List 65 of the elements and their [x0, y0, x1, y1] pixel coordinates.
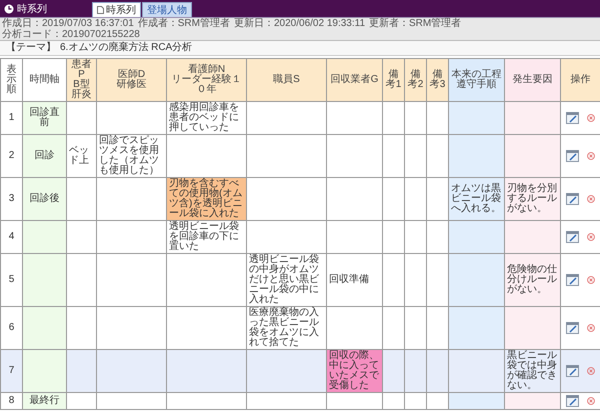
column-header: 時間軸	[22, 58, 66, 102]
column-header: 操作	[560, 58, 600, 102]
delete-icon[interactable]	[587, 276, 595, 284]
table-cell: 感染用回診車を患者のベッドに押していった	[166, 102, 246, 134]
table-cell: 回収準備	[326, 254, 382, 306]
tab[interactable]: 登場人物	[142, 2, 192, 17]
delete-icon[interactable]	[587, 233, 595, 241]
theme-label: 【テーマ】	[6, 42, 56, 54]
column-header: 職員S	[246, 58, 326, 102]
time-label: 回診後	[28, 194, 60, 204]
column-header: 医師D 研修医	[96, 58, 166, 102]
table-cell: 黒ビニール袋では中身が確認できない。	[504, 350, 560, 392]
document-icon	[97, 6, 104, 14]
window-title: 時系列	[17, 2, 47, 16]
row-number: 7	[8, 366, 16, 376]
table-cell: 回診でスピッツメスを使用した（オムツも使用した）	[96, 134, 166, 178]
tab[interactable]: 時系列	[92, 2, 141, 17]
column-header: 看護師N リーダー経験１０年	[166, 58, 246, 102]
delete-icon[interactable]	[587, 367, 595, 375]
edit-icon[interactable]	[566, 365, 579, 377]
row-number: 6	[8, 323, 16, 333]
edit-icon[interactable]	[566, 231, 579, 243]
info-text: 更新者：SRM管理者	[369, 18, 462, 29]
info-text: 分析コード：20190702155228	[2, 29, 140, 40]
column-header: 回収業者G	[326, 58, 382, 102]
row-number: 4	[8, 232, 16, 242]
row-number: 2	[8, 151, 16, 161]
column-header: 表示順	[0, 58, 22, 102]
table-cell: 透明ビニール袋を回診車の下に置いた	[166, 220, 246, 254]
column-header: 発生要因	[504, 58, 560, 102]
delete-icon[interactable]	[587, 114, 595, 122]
column-header: 備考2	[404, 58, 426, 102]
delete-icon[interactable]	[587, 397, 595, 405]
time-label: 回診	[34, 151, 56, 161]
highlighted-cell: 刃物を含むすべての使用物(オムツ含)を透明ビニール袋に入れた	[166, 178, 246, 220]
highlighted-cell: 回収の際、中に入っていたメスで受傷した	[326, 350, 382, 392]
table-cell: オムツは黒ビニール袋へ入れる。	[448, 178, 504, 220]
theme-text: 6.オムツの廃棄方法 RCA分析	[60, 42, 192, 54]
edit-icon[interactable]	[566, 193, 579, 205]
info-text: 作成日：2019/07/03 16:37:01	[2, 18, 134, 29]
delete-icon[interactable]	[587, 152, 595, 160]
time-label: 最終行	[28, 396, 60, 406]
delete-icon[interactable]	[587, 195, 595, 203]
table-cell: ベッド上	[66, 134, 96, 178]
edit-icon[interactable]	[566, 274, 579, 286]
edit-icon[interactable]	[566, 395, 579, 407]
column-header: 備考3	[426, 58, 448, 102]
clock-icon	[4, 4, 14, 14]
table-cell: 透明ビニール袋の中身がオムツだけと思い黒ビニール袋の中に入れた	[246, 254, 326, 306]
row-number: 8	[8, 396, 16, 406]
table-cell: 刃物を分別するルールがない。	[504, 178, 560, 220]
info-text: 更新日：2020/06/02 19:33:11	[234, 18, 366, 29]
column-header: 備考1	[382, 58, 404, 102]
row-number: 1	[8, 113, 16, 123]
row-number: 5	[8, 275, 16, 285]
edit-icon[interactable]	[566, 150, 579, 162]
column-header: 本来の工程遵守手順	[448, 58, 504, 102]
time-label: 回診直前	[28, 108, 60, 128]
delete-icon[interactable]	[587, 324, 595, 332]
column-header: 患者P B型肝炎	[66, 58, 96, 102]
info-text: 作成者：SRM管理者	[138, 18, 230, 29]
edit-icon[interactable]	[566, 322, 579, 334]
edit-icon[interactable]	[566, 112, 579, 124]
table-cell: 危険物の仕分けルールがない。	[504, 254, 560, 306]
row-number: 3	[8, 194, 16, 204]
